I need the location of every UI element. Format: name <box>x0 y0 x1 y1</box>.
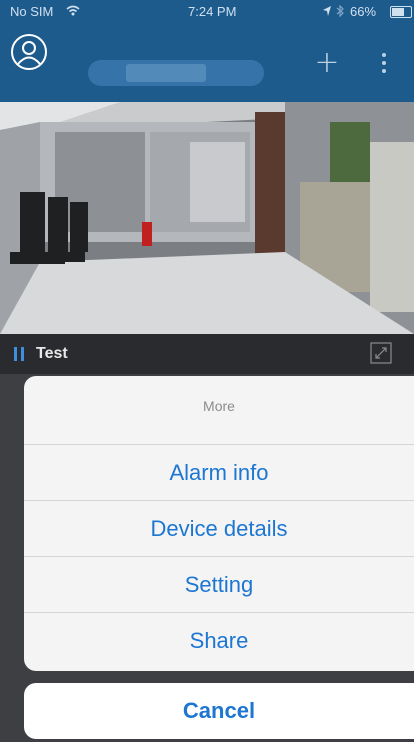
person-circle-icon[interactable] <box>10 33 48 71</box>
action-sheet: More Alarm info Device details Setting S… <box>24 376 414 671</box>
alarm-info-button[interactable]: Alarm info <box>24 444 414 501</box>
more-vertical-icon[interactable] <box>374 50 394 80</box>
battery-icon <box>390 6 412 18</box>
share-button[interactable]: Share <box>24 612 414 669</box>
device-title-selector[interactable] <box>88 60 264 86</box>
setting-button[interactable]: Setting <box>24 556 414 613</box>
bluetooth-icon <box>336 5 344 17</box>
device-details-button[interactable]: Device details <box>24 500 414 557</box>
camera-name: Test <box>36 345 68 362</box>
action-sheet-title: More <box>203 398 235 414</box>
location-arrow-icon <box>323 6 331 16</box>
pause-icon[interactable] <box>14 347 24 361</box>
cancel-button[interactable]: Cancel <box>24 683 414 739</box>
carrier-label: No SIM <box>10 4 54 19</box>
battery-percent: 66% <box>350 4 377 19</box>
wifi-icon <box>66 5 80 16</box>
status-time: 7:24 PM <box>188 4 237 19</box>
nav-bar: + <box>0 22 414 102</box>
status-bar: No SIM 7:24 PM 66% <box>0 0 414 22</box>
camera-caption-bar: Test <box>0 334 414 374</box>
fullscreen-icon[interactable] <box>370 342 392 364</box>
camera-live-view[interactable] <box>0 102 414 334</box>
plus-icon[interactable]: + <box>312 48 342 78</box>
